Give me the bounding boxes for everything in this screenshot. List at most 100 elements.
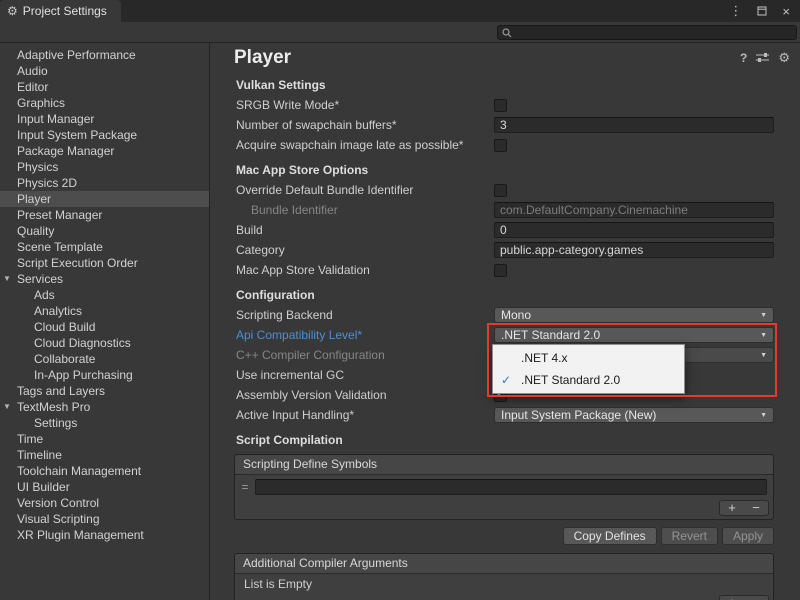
chevron-down-icon: ▼ xyxy=(760,312,767,319)
override-bundle-label: Override Default Bundle Identifier xyxy=(210,183,494,197)
build-field[interactable] xyxy=(494,222,774,238)
sidebar-item-settings[interactable]: Settings xyxy=(0,415,209,431)
active-input-dropdown[interactable]: Input System Package (New) ▼ xyxy=(494,407,774,423)
sidebar-item-graphics[interactable]: Graphics xyxy=(0,95,209,111)
settings-scroll-area: Vulkan Settings SRGB Write Mode* Number … xyxy=(210,69,800,600)
sidebar-item-analytics[interactable]: Analytics xyxy=(0,303,209,319)
sidebar-item-audio[interactable]: Audio xyxy=(0,63,209,79)
foldout-open-icon[interactable]: ▼ xyxy=(3,399,11,415)
window-close-icon[interactable]: × xyxy=(782,4,790,19)
sidebar-item-textmesh-pro[interactable]: ▼ TextMesh Pro xyxy=(0,399,209,415)
sidebar-item-label: Preset Manager xyxy=(17,208,102,222)
window-menu-icon[interactable]: ⋮ xyxy=(729,3,742,19)
sidebar: Adaptive PerformanceAudioEditorGraphicsI… xyxy=(0,43,210,600)
sidebar-item-script-execution-order[interactable]: Script Execution Order xyxy=(0,255,209,271)
scripting-backend-dropdown[interactable]: Mono ▼ xyxy=(494,307,774,323)
sidebar-item-label: Script Execution Order xyxy=(17,256,138,270)
sidebar-item-label: TextMesh Pro xyxy=(17,400,90,414)
sidebar-item-package-manager[interactable]: Package Manager xyxy=(0,143,209,159)
sidebar-item-scene-template[interactable]: Scene Template xyxy=(0,239,209,255)
sidebar-item-label: Collaborate xyxy=(34,352,95,366)
setting-row: Number of swapchain buffers* xyxy=(210,115,800,135)
sidebar-item-label: Scene Template xyxy=(17,240,103,254)
swapchain-buffers-field[interactable] xyxy=(494,117,774,133)
section-header: Mac App Store Options xyxy=(210,160,800,180)
drag-handle-icon[interactable]: = xyxy=(240,480,250,494)
sidebar-item-physics[interactable]: Physics xyxy=(0,159,209,175)
sidebar-item-adaptive-performance[interactable]: Adaptive Performance xyxy=(0,47,209,63)
override-bundle-checkbox[interactable] xyxy=(494,184,507,197)
sidebar-item-label: Package Manager xyxy=(17,144,114,158)
active-input-label: Active Input Handling* xyxy=(210,408,494,422)
list-footer: + − xyxy=(235,594,773,600)
dropdown-value: Mono xyxy=(501,308,756,322)
sidebar-item-preset-manager[interactable]: Preset Manager xyxy=(0,207,209,223)
sidebar-item-collaborate[interactable]: Collaborate xyxy=(0,351,209,367)
sidebar-item-label: Cloud Build xyxy=(34,320,95,334)
sidebar-item-player[interactable]: Player xyxy=(0,191,209,207)
sidebar-item-time[interactable]: Time xyxy=(0,431,209,447)
copy-defines-button[interactable]: Copy Defines xyxy=(563,527,657,545)
additional-compiler-arguments-title: Additional Compiler Arguments xyxy=(235,554,773,574)
check-icon: ✓ xyxy=(501,373,521,387)
scripting-backend-label: Scripting Backend xyxy=(210,308,494,322)
setting-row: Scripting Backend Mono ▼ xyxy=(210,305,800,325)
srgb-write-mode-label: SRGB Write Mode* xyxy=(210,98,494,112)
popup-item-net-4x[interactable]: .NET 4.x xyxy=(493,347,684,369)
bundle-identifier-field xyxy=(494,202,774,218)
list-footer: + − xyxy=(235,499,773,519)
sidebar-item-timeline[interactable]: Timeline xyxy=(0,447,209,463)
build-label: Build xyxy=(210,223,494,237)
tab-project-settings[interactable]: ⚙ Project Settings xyxy=(0,0,121,22)
sidebar-item-input-system-package[interactable]: Input System Package xyxy=(0,127,209,143)
additional-compiler-arguments-box: Additional Compiler Arguments List is Em… xyxy=(234,553,774,600)
mac-validation-checkbox[interactable] xyxy=(494,264,507,277)
define-symbol-field[interactable] xyxy=(255,479,767,495)
sidebar-item-visual-scripting[interactable]: Visual Scripting xyxy=(0,511,209,527)
define-symbols-actions: Copy Defines Revert Apply xyxy=(210,527,774,545)
settings-gear-icon[interactable]: ⚙ xyxy=(778,50,790,66)
remove-button[interactable]: − xyxy=(744,501,768,515)
category-field[interactable] xyxy=(494,242,774,258)
mac-validation-label: Mac App Store Validation xyxy=(210,263,494,277)
setting-row: Build xyxy=(210,220,800,240)
sidebar-item-services[interactable]: ▼Services xyxy=(0,271,209,287)
sidebar-item-label: Input System Package xyxy=(17,128,137,142)
add-button[interactable]: + xyxy=(720,596,744,600)
presets-icon[interactable] xyxy=(756,52,769,63)
sidebar-item-physics-2d[interactable]: Physics 2D xyxy=(0,175,209,191)
sidebar-item-cloud-diagnostics[interactable]: Cloud Diagnostics xyxy=(0,335,209,351)
search-toolbar xyxy=(0,22,800,43)
api-compatibility-dropdown[interactable]: .NET Standard 2.0 ▼ xyxy=(494,327,774,343)
category-label: Category xyxy=(210,243,494,257)
chevron-down-icon: ▼ xyxy=(760,332,767,339)
popup-item-net-standard-20[interactable]: ✓ .NET Standard 2.0 xyxy=(493,369,684,391)
sidebar-item-quality[interactable]: Quality xyxy=(0,223,209,239)
sidebar-item-tags-and-layers[interactable]: Tags and Layers xyxy=(0,383,209,399)
help-icon[interactable]: ? xyxy=(740,51,747,65)
search-box[interactable] xyxy=(497,25,797,40)
sidebar-item-ads[interactable]: Ads xyxy=(0,287,209,303)
sidebar-item-version-control[interactable]: Version Control xyxy=(0,495,209,511)
section-header: Vulkan Settings xyxy=(210,75,800,95)
remove-button[interactable]: − xyxy=(744,596,768,600)
search-input[interactable] xyxy=(516,26,792,39)
sidebar-item-cloud-build[interactable]: Cloud Build xyxy=(0,319,209,335)
acquire-swapchain-checkbox[interactable] xyxy=(494,139,507,152)
sidebar-item-in-app-purchasing[interactable]: In-App Purchasing xyxy=(0,367,209,383)
chevron-down-icon: ▼ xyxy=(760,412,767,419)
sidebar-item-xr-plugin-management[interactable]: XR Plugin Management xyxy=(0,527,209,543)
sidebar-item-toolchain-management[interactable]: Toolchain Management xyxy=(0,463,209,479)
window-title: Project Settings xyxy=(23,4,107,18)
sidebar-item-label: Toolchain Management xyxy=(17,464,141,478)
sidebar-item-editor[interactable]: Editor xyxy=(0,79,209,95)
srgb-write-mode-checkbox[interactable] xyxy=(494,99,507,112)
foldout-open-icon[interactable]: ▼ xyxy=(3,271,11,287)
incremental-gc-label: Use incremental GC xyxy=(210,368,494,382)
sidebar-item-label: Visual Scripting xyxy=(17,512,100,526)
add-button[interactable]: + xyxy=(720,501,744,515)
window-maximize-icon[interactable] xyxy=(757,6,767,16)
sidebar-item-ui-builder[interactable]: UI Builder xyxy=(0,479,209,495)
sidebar-item-input-manager[interactable]: Input Manager xyxy=(0,111,209,127)
page-title: Player xyxy=(234,47,740,69)
